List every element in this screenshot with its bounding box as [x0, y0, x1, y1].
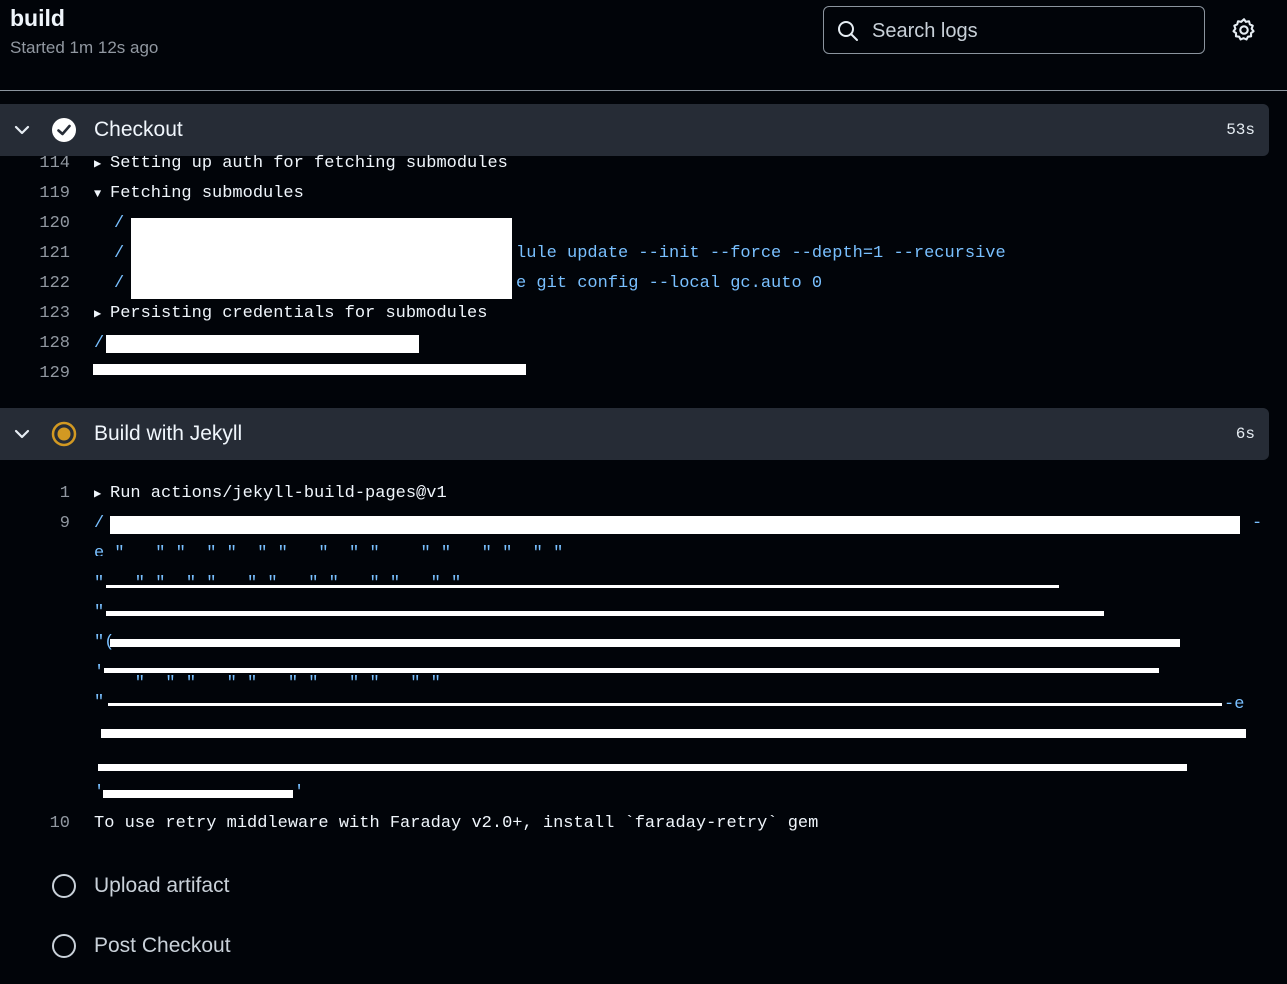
step-header-build-with-jekyll[interactable]: Build with Jekyll 6s: [0, 408, 1269, 460]
log-text: /: [94, 514, 105, 533]
job-status: Started 1m 12s ago: [10, 38, 159, 57]
line-number[interactable]: 1: [0, 484, 70, 503]
redaction-bar: [110, 516, 1240, 534]
job-title: build: [10, 5, 65, 31]
search-logs-input[interactable]: [870, 15, 1194, 47]
redaction-bar: [106, 585, 1059, 588]
chevron-down-icon: [14, 429, 30, 439]
step-name: Checkout: [94, 118, 183, 141]
log-text-tail: -: [1252, 514, 1263, 533]
log-text: /: [114, 244, 125, 263]
step-name: Upload artifact: [94, 874, 230, 897]
redaction-bar: [110, 639, 1180, 647]
collapse-triangle-icon[interactable]: ▼: [94, 187, 110, 201]
step-name: Build with Jekyll: [94, 422, 243, 445]
job-header: build Started 1m 12s ago: [0, 0, 1287, 91]
log-text: /: [114, 214, 125, 233]
expand-triangle-icon[interactable]: ▶: [94, 306, 110, 321]
line-number[interactable]: 9: [0, 514, 70, 533]
line-number[interactable]: 128: [0, 334, 70, 353]
redaction-bar: [104, 668, 1159, 673]
log-line[interactable]: 123 ▶ Persisting credentials for submodul…: [0, 300, 1287, 330]
cut-text-fragment: e " " " " " " " " " " " " " " " ": [94, 544, 564, 556]
step-name: Post Checkout: [94, 934, 231, 957]
in-progress-icon: [51, 421, 77, 447]
step-upload-artifact[interactable]: Upload artifact: [0, 866, 600, 906]
redaction-bar: [98, 764, 1187, 771]
line-number[interactable]: 129: [0, 364, 70, 383]
cut-text-fragment: " " " " " " " " " " ": [94, 674, 441, 684]
log-text: Run actions/jekyll-build-pages@v1: [110, 484, 447, 503]
redaction-bar: [101, 729, 1246, 738]
line-number[interactable]: 121: [0, 244, 70, 263]
step-header-checkout[interactable]: Checkout 53s: [0, 104, 1269, 156]
log-text: Fetching submodules: [110, 184, 304, 203]
redaction-bar: [108, 703, 1222, 706]
step-post-checkout[interactable]: Post Checkout: [0, 926, 600, 966]
redaction-bar: [106, 611, 1104, 616]
log-text: /: [114, 274, 125, 293]
log-text: To use retry middleware with Faraday v2.…: [94, 814, 819, 833]
step-duration: 53s: [1226, 121, 1255, 139]
pending-circle-icon: [52, 874, 76, 898]
log-text: Setting up auth for fetching submodules: [110, 154, 508, 173]
gear-icon[interactable]: [1230, 16, 1258, 44]
log-text-tail: lule update --init --force --depth=1 --r…: [516, 244, 1006, 263]
line-number[interactable]: 119: [0, 184, 70, 203]
redaction-bar: [103, 790, 293, 798]
line-number[interactable]: 123: [0, 304, 70, 323]
log-text: /: [94, 334, 105, 353]
chevron-down-icon: [14, 125, 30, 135]
log-line[interactable]: 10 To use retry middleware with Faraday …: [0, 810, 1287, 840]
cut-text-fragment: ': [294, 783, 305, 802]
line-number[interactable]: 10: [0, 814, 70, 833]
expand-triangle-icon[interactable]: ▶: [94, 486, 110, 501]
expand-triangle-icon[interactable]: ▶: [94, 156, 110, 171]
log-text: Persisting credentials for submodules: [110, 304, 488, 323]
line-number[interactable]: 122: [0, 274, 70, 293]
redaction-block: [131, 218, 512, 299]
redaction-block: [93, 364, 526, 375]
step-duration: 6s: [1235, 425, 1255, 443]
check-circle-icon: [52, 118, 76, 142]
line-number[interactable]: 120: [0, 214, 70, 233]
redaction-block: [106, 335, 419, 353]
line-number[interactable]: 114: [0, 154, 70, 173]
log-line[interactable]: 119 ▼ Fetching submodules: [0, 180, 1287, 210]
pending-circle-icon: [52, 934, 76, 958]
search-logs-box[interactable]: [823, 6, 1205, 54]
log-line[interactable]: 114 ▶ Setting up auth for fetching submod…: [0, 150, 1287, 180]
log-line[interactable]: 1 ▶ Run actions/jekyll-build-pages@v1: [0, 480, 1287, 510]
log-text-tail: e git config --local gc.auto 0: [516, 274, 823, 293]
search-icon: [838, 21, 858, 41]
log-text-tail: -e: [1224, 695, 1245, 714]
